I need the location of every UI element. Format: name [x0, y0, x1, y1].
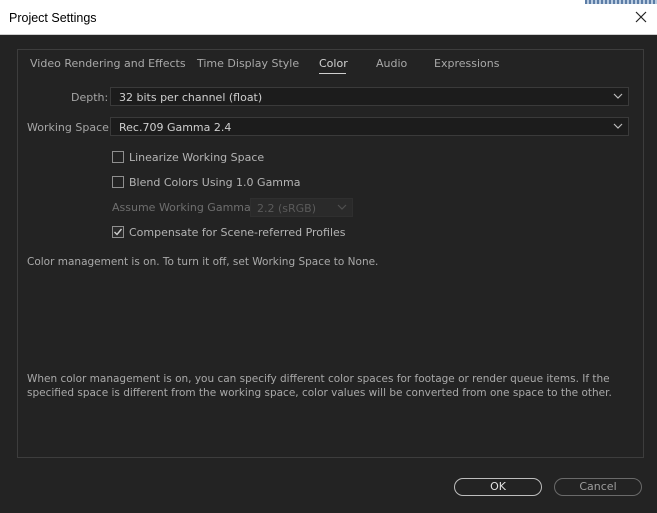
- active-tab-indicator: [319, 73, 346, 74]
- working-space-select[interactable]: Rec.709 Gamma 2.4: [110, 117, 629, 136]
- depth-label: Depth:: [71, 91, 109, 104]
- tab-audio[interactable]: Audio: [376, 57, 407, 70]
- tab-video-rendering-and-effects[interactable]: Video Rendering and Effects: [30, 57, 186, 70]
- working-space-label: Working Space:: [27, 121, 113, 134]
- window-title: Project Settings: [9, 11, 97, 25]
- assume-gamma-label: Assume Working Gamma:: [112, 201, 255, 214]
- compensate-checkbox[interactable]: [112, 226, 124, 238]
- blend-colors-label: Blend Colors Using 1.0 Gamma: [129, 176, 301, 189]
- chevron-down-icon: [613, 93, 623, 99]
- tab-color[interactable]: Color: [319, 57, 348, 70]
- close-icon[interactable]: [631, 7, 651, 27]
- chevron-down-icon: [613, 123, 623, 129]
- assume-gamma-select: 2.2 (sRGB): [250, 198, 353, 217]
- depth-value: 32 bits per channel (float): [119, 91, 263, 104]
- color-management-status: Color management is on. To turn it off, …: [27, 256, 379, 268]
- ok-button[interactable]: OK: [454, 478, 542, 496]
- linearize-checkbox[interactable]: [112, 151, 124, 163]
- blend-colors-checkbox[interactable]: [112, 176, 124, 188]
- cancel-button[interactable]: Cancel: [554, 478, 642, 496]
- assume-gamma-value: 2.2 (sRGB): [257, 202, 317, 215]
- tab-time-display-style[interactable]: Time Display Style: [197, 57, 299, 70]
- checkmark-icon: [114, 228, 123, 236]
- depth-select[interactable]: 32 bits per channel (float): [110, 87, 629, 106]
- compensate-label: Compensate for Scene-referred Profiles: [129, 226, 346, 239]
- working-space-value: Rec.709 Gamma 2.4: [119, 121, 232, 134]
- linearize-label: Linearize Working Space: [129, 151, 265, 164]
- tab-expressions[interactable]: Expressions: [434, 57, 499, 70]
- title-bar: Project Settings: [0, 0, 657, 35]
- chevron-down-icon: [337, 204, 347, 210]
- color-management-help: When color management is on, you can spe…: [27, 373, 612, 399]
- title-bar-decoration: [585, 0, 657, 4]
